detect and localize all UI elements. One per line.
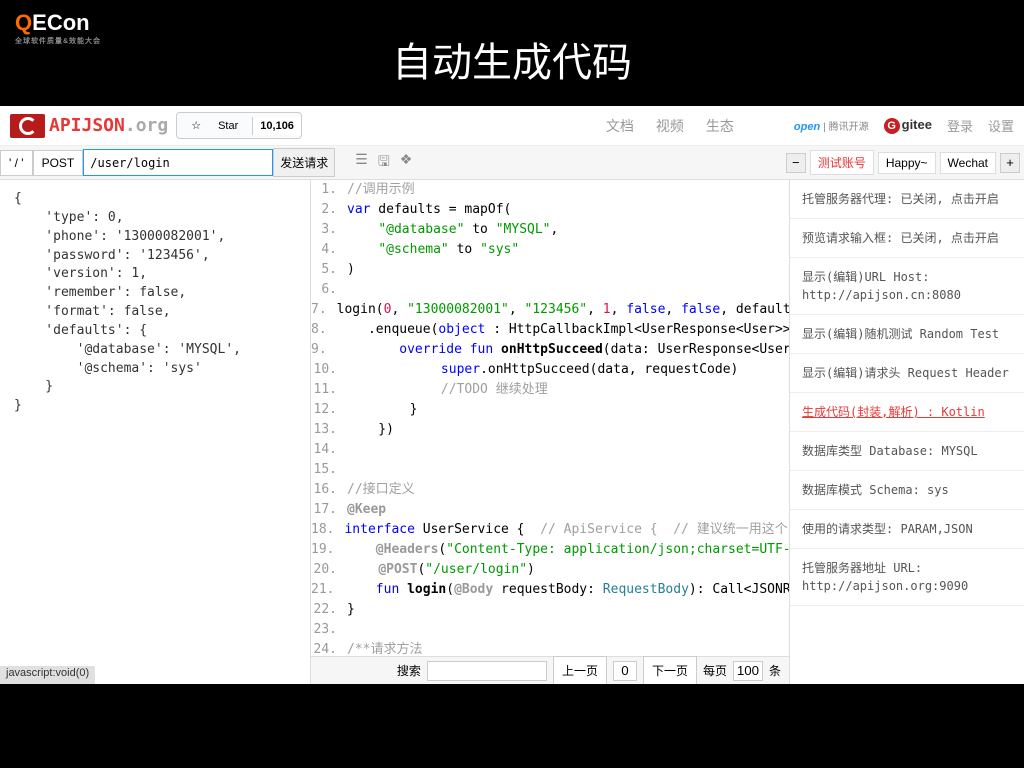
code-line: 12. } bbox=[311, 400, 789, 420]
code-line: 2.var defaults = mapOf( bbox=[311, 200, 789, 220]
save-icon[interactable]: 🖫 bbox=[378, 151, 390, 175]
nav-video[interactable]: 视频 bbox=[656, 116, 684, 136]
code-line: 19. @Headers("Content-Type: application/… bbox=[311, 540, 789, 560]
code-line: 24./**请求方法 bbox=[311, 640, 789, 654]
tencent-open-link[interactable]: open | 腾讯开源 bbox=[794, 118, 869, 133]
search-bar: 搜索 上一页 下一页 每页 条 bbox=[311, 656, 789, 684]
nav: 文档 视频 生态 bbox=[606, 116, 734, 136]
url-input[interactable] bbox=[83, 149, 273, 176]
method-button[interactable]: POST bbox=[33, 150, 84, 176]
sidebar-item[interactable]: 生成代码(封装,解析) : Kotlin bbox=[790, 393, 1024, 432]
list-icon[interactable]: ☰ bbox=[355, 151, 368, 175]
app-window: APIJSON.org ☆Star 10,106 文档 视频 生态 open |… bbox=[0, 106, 1024, 684]
slash-button[interactable]: ' / ' bbox=[0, 150, 33, 176]
request-body-editor[interactable]: { 'type': 0, 'phone': '13000082001', 'pa… bbox=[0, 180, 310, 684]
sidebar-item[interactable]: 使用的请求类型: PARAM,JSON bbox=[790, 510, 1024, 549]
code-line: 18.interface UserService { // ApiService… bbox=[311, 520, 789, 540]
star-icon: ☆ bbox=[184, 116, 208, 135]
sidebar-item[interactable]: 显示(编辑)URL Host: http://apijson.cn:8080 bbox=[790, 258, 1024, 315]
generated-code[interactable]: 1.//调用示例2.var defaults = mapOf(3. "@data… bbox=[311, 180, 789, 654]
nav-eco[interactable]: 生态 bbox=[706, 116, 734, 136]
happy-tag[interactable]: Happy~ bbox=[878, 152, 936, 174]
sidebar-item[interactable]: 显示(编辑)请求头 Request Header bbox=[790, 354, 1024, 393]
code-line: 23. bbox=[311, 620, 789, 640]
settings-link[interactable]: 设置 bbox=[988, 116, 1014, 135]
sidebar-item[interactable]: 数据库模式 Schema: sys bbox=[790, 471, 1024, 510]
layers-icon[interactable]: ❖ bbox=[400, 151, 413, 175]
code-line: 21. fun login(@Body requestBody: Request… bbox=[311, 580, 789, 600]
plus-button[interactable]: + bbox=[1000, 153, 1020, 173]
code-line: 1.//调用示例 bbox=[311, 180, 789, 200]
code-line: 17.@Keep bbox=[311, 500, 789, 520]
minus-button[interactable]: − bbox=[786, 153, 806, 173]
send-button[interactable]: 发送请求 bbox=[273, 148, 335, 177]
test-account-tag[interactable]: 测试账号 bbox=[810, 150, 874, 175]
apijson-logo-icon bbox=[10, 114, 45, 138]
sidebar-item[interactable]: 显示(编辑)随机测试 Random Test bbox=[790, 315, 1024, 354]
code-line: 14. bbox=[311, 440, 789, 460]
sidebar-item[interactable]: 托管服务器地址 URL: http://apijson.org:9090 bbox=[790, 549, 1024, 606]
code-line: 10. super.onHttpSucceed(data, requestCod… bbox=[311, 360, 789, 380]
qecon-logo: QECon 全球软件质量&效能大会 bbox=[15, 10, 101, 46]
next-page-button[interactable]: 下一页 bbox=[643, 656, 697, 684]
github-star-button[interactable]: ☆Star 10,106 bbox=[176, 112, 302, 139]
sidebar-item[interactable]: 托管服务器代理: 已关闭, 点击开启 bbox=[790, 180, 1024, 219]
nav-docs[interactable]: 文档 bbox=[606, 116, 634, 136]
code-line: 9. override fun onHttpSucceed(data: User… bbox=[311, 340, 789, 360]
code-pane: 1.//调用示例2.var defaults = mapOf(3. "@data… bbox=[310, 180, 790, 684]
code-line: 5.) bbox=[311, 260, 789, 280]
search-input[interactable] bbox=[427, 661, 547, 681]
prev-page-button[interactable]: 上一页 bbox=[553, 656, 607, 684]
per-page-input[interactable] bbox=[733, 661, 763, 681]
code-line: 8. .enqueue(object : HttpCallbackImpl<Us… bbox=[311, 320, 789, 340]
wechat-tag[interactable]: Wechat bbox=[940, 152, 996, 174]
page-number-input[interactable] bbox=[613, 661, 637, 681]
sidebar-item[interactable]: 预览请求输入框: 已关闭, 点击开启 bbox=[790, 219, 1024, 258]
code-line: 20. @POST("/user/login") bbox=[311, 560, 789, 580]
status-bar: javascript:void(0) bbox=[0, 666, 95, 684]
code-line: 4. "@schema" to "sys" bbox=[311, 240, 789, 260]
code-line: 3. "@database" to "MYSQL", bbox=[311, 220, 789, 240]
code-line: 7.login(0, "13000082001", "123456", 1, f… bbox=[311, 300, 789, 320]
code-line: 16.//接口定义 bbox=[311, 480, 789, 500]
header: APIJSON.org ☆Star 10,106 文档 视频 生态 open |… bbox=[0, 106, 1024, 146]
settings-sidebar: 托管服务器代理: 已关闭, 点击开启预览请求输入框: 已关闭, 点击开启显示(编… bbox=[790, 180, 1024, 684]
code-line: 15. bbox=[311, 460, 789, 480]
brand: APIJSON.org bbox=[49, 115, 168, 136]
login-link[interactable]: 登录 bbox=[947, 116, 973, 135]
gitee-link[interactable]: Ggitee bbox=[884, 117, 932, 134]
code-line: 22.} bbox=[311, 600, 789, 620]
toolbar: ' / ' POST 发送请求 ☰ 🖫 ❖ − 测试账号 Happy~ Wech… bbox=[0, 146, 1024, 180]
slide-title: 自动生成代码 bbox=[0, 0, 1024, 88]
code-line: 13. }) bbox=[311, 420, 789, 440]
code-line: 6. bbox=[311, 280, 789, 300]
code-line: 11. //TODO 继续处理 bbox=[311, 380, 789, 400]
sidebar-item[interactable]: 数据库类型 Database: MYSQL bbox=[790, 432, 1024, 471]
